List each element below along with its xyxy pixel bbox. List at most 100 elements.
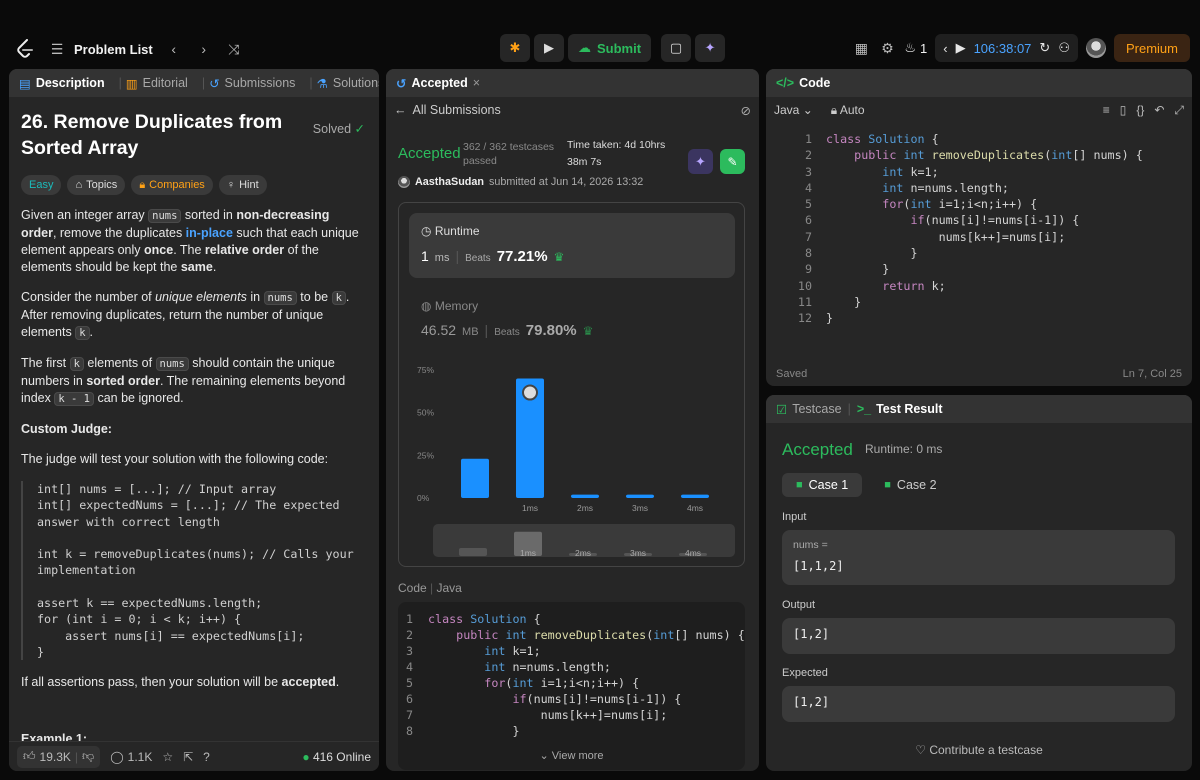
navigator-tick-label: 1ms — [520, 548, 536, 558]
chart-bar — [626, 494, 654, 498]
run-button[interactable]: ▶ — [534, 34, 564, 62]
tab-code[interactable]: </> Code — [776, 76, 830, 90]
inline-code: nums — [148, 209, 182, 223]
thumbs-down-icon[interactable]: 👎︎ — [82, 749, 94, 764]
bookmark-icon[interactable]: ▯ — [1120, 103, 1127, 118]
code-editor[interactable]: 1 class Solution {2 public int removeDupl… — [766, 125, 1192, 327]
contribute-testcase-button[interactable]: ♡ Contribute a testcase — [766, 743, 1192, 757]
difficulty-badge[interactable]: Easy — [21, 175, 62, 195]
companies-label: Companies — [149, 178, 205, 191]
editor-code-lines[interactable]: 1 class Solution {2 public int removeDupl… — [766, 125, 1192, 327]
code-line: 7 nums[k++]=nums[i]; — [804, 229, 1066, 244]
submit-button[interactable]: ☁ Submit — [568, 34, 652, 62]
topics-tag[interactable]: ⌂ Topics — [67, 175, 126, 195]
sparkle-icon: ✦ — [704, 40, 716, 55]
ai-button[interactable]: ✦ — [695, 34, 726, 62]
case-1-tab[interactable]: ■ Case 1 — [782, 473, 863, 497]
tab-testcase[interactable]: ☑ Testcase — [776, 402, 842, 417]
star-icon[interactable]: ☆ — [162, 750, 173, 764]
x-tick-label: 4ms — [687, 503, 703, 513]
all-submissions-link[interactable]: ← All Submissions — [394, 103, 501, 117]
tab-editorial[interactable]: ▥ Editorial — [126, 76, 188, 91]
problem-list-button[interactable]: ☰ Problem List — [48, 41, 153, 58]
timer[interactable]: ‹ ▶ 106:38:07 ↻ ⚇ — [935, 34, 1078, 62]
format-icon[interactable]: ≡ — [1103, 103, 1110, 118]
tab-separator: | — [847, 402, 851, 416]
runtime-card[interactable]: ◷ Runtime 1 ms | Beats 77.21% ♛ — [409, 213, 735, 278]
comment-count: 1.1K — [127, 749, 153, 764]
close-icon[interactable]: × — [473, 76, 480, 90]
beats-label: Beats — [465, 253, 491, 264]
assertion-paragraph: If all assertions pass, then your soluti… — [21, 674, 367, 691]
cursor-position: Ln 7, Col 25 — [1122, 368, 1182, 380]
layout-icon[interactable]: ▦ — [852, 40, 870, 57]
code-line: 3 int k=1; — [804, 164, 939, 179]
submission-tab-bar: ↺ Accepted × — [386, 69, 759, 97]
leetcode-logo-icon[interactable] — [14, 38, 36, 60]
shuffle-icon[interactable]: ⤨ — [225, 41, 243, 58]
notes-button[interactable]: ▢ — [661, 34, 692, 62]
submitter-name[interactable]: AasthaSudan — [415, 176, 484, 188]
like-button[interactable]: 👍︎ 19.3K | 👎︎ — [17, 745, 101, 768]
braces-icon[interactable]: {} — [1136, 103, 1144, 118]
navigator-tick-label: 3ms — [630, 548, 646, 558]
case-2-tab[interactable]: ■ Case 2 — [870, 473, 950, 497]
in-place-link[interactable]: in-place — [186, 226, 233, 240]
tab-accepted[interactable]: ↺ Accepted × — [396, 76, 480, 91]
next-problem-icon[interactable]: › — [195, 41, 213, 57]
sparkle-icon: ✦ — [695, 153, 706, 169]
edit-icon: ✎ — [727, 154, 738, 169]
editor-actions: ≡ ▯ {} ↶ ⤢ — [1103, 103, 1184, 118]
settings-gear-icon[interactable]: ⚙ — [878, 40, 896, 57]
share-icon[interactable]: ⇱ — [183, 750, 193, 764]
chevron-down-icon: ⌄ — [539, 750, 549, 762]
inline-code: k — [69, 357, 84, 371]
topics-label: Topics — [86, 178, 118, 191]
beats-label: Beats — [494, 327, 520, 338]
premium-button[interactable]: Premium — [1113, 34, 1190, 62]
hint-tag[interactable]: ♀ Hint — [218, 175, 267, 195]
tab-description[interactable]: ▤ Description — [19, 76, 105, 91]
tab-solutions-label: Solutions — [332, 76, 379, 90]
editor-status-bar: Saved Ln 7, Col 25 — [776, 368, 1182, 380]
undo-icon[interactable]: ↶ — [1154, 103, 1164, 118]
thumbs-up-icon: 👍︎ — [23, 749, 36, 763]
link-icon[interactable]: ⊘ — [741, 103, 751, 118]
help-icon[interactable]: ? — [203, 750, 210, 764]
expand-icon[interactable]: ⤢ — [1174, 103, 1184, 118]
user-avatar[interactable] — [1085, 38, 1106, 58]
reset-icon[interactable]: ↻ — [1039, 40, 1050, 56]
comments-button[interactable]: ◯ 1.1K — [110, 750, 152, 764]
trophy-icon: ♛ — [553, 250, 565, 264]
note-icon: ▢ — [669, 40, 683, 55]
add-user-icon[interactable]: ⚇ — [1058, 40, 1070, 56]
tab-submissions[interactable]: ↺ Submissions — [209, 76, 295, 91]
debug-button[interactable]: ✱ — [500, 34, 530, 62]
prev-problem-icon[interactable]: ‹ — [165, 41, 183, 57]
y-tick-label: 0% — [417, 493, 430, 503]
ai-analyze-button[interactable]: ✦ — [688, 149, 713, 174]
chart-bar — [461, 458, 489, 498]
text: elements of — [83, 356, 156, 370]
streak-counter[interactable]: ♨ 1 — [904, 40, 927, 56]
runtime-distribution-chart[interactable]: 75% 50% 25% 0% 1ms 2ms 3ms 4ms 1ms 2ms 3ms 4ms — [399, 358, 746, 568]
inline-code: k — [75, 326, 90, 340]
solved-label: Solved — [312, 122, 352, 136]
output-label: Output — [782, 599, 816, 611]
view-more-button[interactable]: ⌄ View more — [398, 749, 745, 762]
description-paragraph-3: The first k elements of nums should cont… — [21, 355, 367, 408]
auto-mode-toggle[interactable]: 🔒︎ Auto — [831, 103, 865, 118]
lightbulb-icon: ♀ — [226, 178, 236, 191]
tab-solutions[interactable]: ⚗ Solutions — [317, 76, 379, 91]
inline-code: k — [331, 291, 346, 305]
companies-tag[interactable]: 🔒︎ Companies — [131, 175, 213, 195]
language-select[interactable]: Java ⌄ — [774, 103, 813, 117]
memory-label[interactable]: ◍ Memory — [421, 299, 478, 313]
save-status: Saved — [776, 368, 808, 380]
code-brackets-icon: </> — [776, 76, 795, 90]
bold-text: relative order — [204, 243, 285, 257]
bold-text: accepted — [281, 675, 336, 690]
tab-test-result[interactable]: >_ Test Result — [857, 402, 943, 416]
edit-solution-button[interactable]: ✎ — [720, 149, 745, 174]
runtime-label-text: Runtime — [434, 224, 480, 238]
